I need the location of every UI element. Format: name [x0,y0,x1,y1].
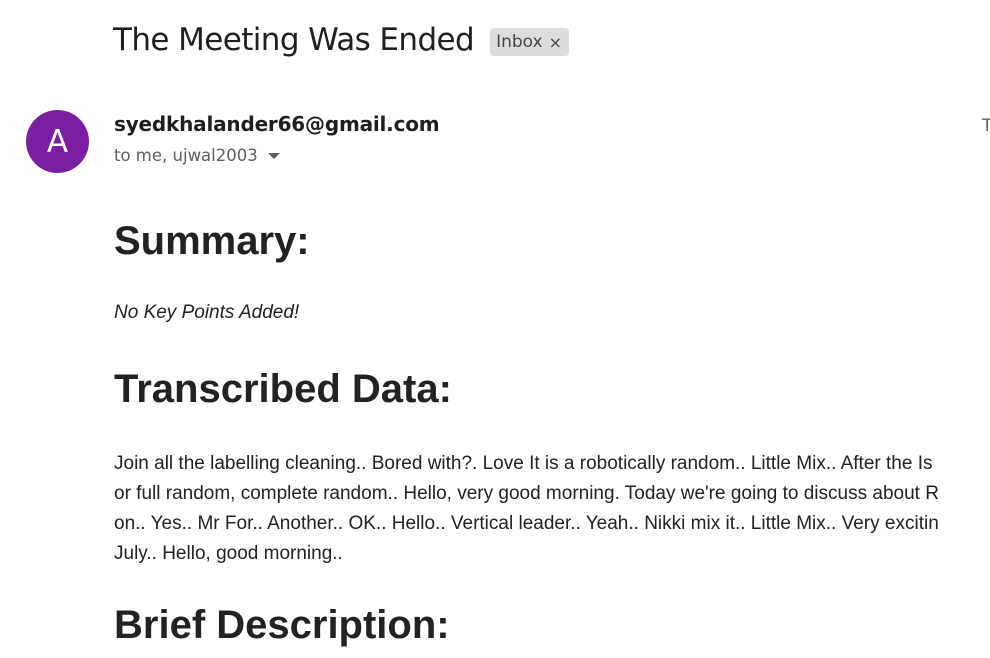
chevron-down-icon[interactable] [267,153,280,159]
email-view: The Meeting Was Ended Inbox × A syedkhal… [0,0,990,658]
subject-row: The Meeting Was Ended Inbox × [113,22,570,58]
transcript-line: July.. Hello, good morning.. [114,543,343,564]
sender-email[interactable]: syedkhalander66@gmail.com [114,112,440,136]
avatar-initial: A [46,123,69,160]
brief-description-heading: Brief Description: [114,603,450,647]
inbox-label-chip[interactable]: Inbox × [490,28,570,56]
sender-avatar[interactable]: A [26,110,89,173]
transcript-line: or full random, complete random.. Hello,… [114,483,939,504]
transcript-paragraph: Join all the labelling cleaning.. Bored … [114,449,939,569]
email-body: Summary: No Key Points Added! Transcribe… [114,214,990,647]
transcript-line: Join all the labelling cleaning.. Bored … [114,453,933,474]
summary-text: No Key Points Added! [114,302,300,323]
summary-heading: Summary: [114,219,310,263]
email-date: T [982,116,990,136]
email-subject: The Meeting Was Ended [113,22,475,58]
transcript-line: on.. Yes.. Mr For.. Another.. OK.. Hello… [114,513,939,534]
remove-label-icon[interactable]: × [549,33,562,52]
recipients-toggle[interactable]: to me, ujwal2003 [114,146,280,165]
recipients-text: to me, ujwal2003 [114,146,258,165]
transcribed-heading: Transcribed Data: [114,367,452,411]
inbox-label-text: Inbox [496,32,543,52]
